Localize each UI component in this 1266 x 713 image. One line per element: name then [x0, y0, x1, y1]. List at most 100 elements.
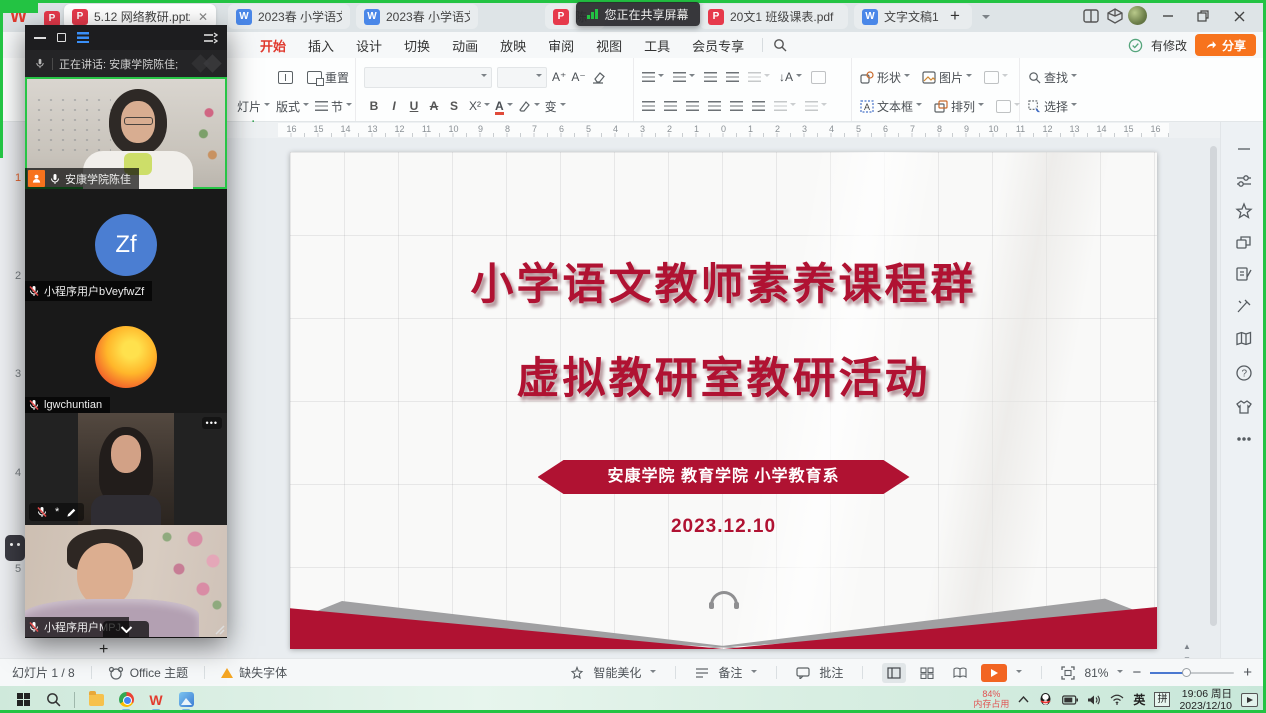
notes-label[interactable]: 备注 — [718, 664, 742, 681]
slideshow-play-button[interactable] — [981, 664, 1007, 682]
line-spacing-dropdown[interactable] — [774, 101, 796, 111]
font-color-dropdown[interactable]: A — [495, 99, 513, 113]
font-style-button-1[interactable]: I — [384, 99, 404, 113]
comments-label[interactable]: 批注 — [819, 664, 843, 681]
help-icon[interactable]: ? — [1235, 364, 1253, 382]
align-right-button[interactable] — [686, 101, 699, 111]
menu-tab-8[interactable]: 工具 — [636, 34, 678, 57]
skin-icon[interactable] — [1235, 398, 1253, 416]
beautify-label[interactable]: 智能美化 — [593, 664, 641, 681]
participant-tile-1[interactable]: 安康学院陈佳 — [25, 77, 227, 189]
slide-thumbnail-number-5[interactable]: 5 — [15, 563, 21, 575]
meeting-title-bar[interactable] — [25, 25, 227, 50]
align-center-button[interactable] — [664, 101, 677, 111]
increase-indent-button[interactable] — [726, 72, 739, 82]
add-slide-button[interactable]: + — [99, 641, 108, 659]
slide-master-dropdown[interactable] — [996, 100, 1020, 113]
window-minimize-button[interactable] — [1155, 4, 1181, 28]
find-dropdown[interactable]: 查找 — [1028, 69, 1077, 86]
split-view-icon[interactable] — [1082, 7, 1100, 25]
participant-tile-5[interactable]: 小程序用户MPJ — [25, 525, 227, 637]
file-explorer-icon[interactable] — [81, 688, 111, 712]
action-center-icon[interactable] — [1241, 693, 1258, 707]
annotate-icon[interactable] — [1235, 265, 1253, 283]
font-name-combo[interactable] — [364, 67, 492, 88]
chrome-icon[interactable] — [111, 688, 141, 712]
participant-tile-2[interactable]: Zf小程序用户bVeyfwZf — [25, 189, 227, 301]
tab-list-caret-icon[interactable] — [982, 10, 990, 28]
columns-dropdown[interactable] — [805, 101, 827, 111]
pinned-document-tab[interactable]: P — [44, 8, 60, 27]
search-icon[interactable] — [773, 38, 787, 52]
meeting-maximize-icon[interactable] — [57, 33, 66, 42]
highlight-dropdown[interactable] — [518, 100, 540, 112]
tile-tools[interactable]: * — [29, 503, 84, 521]
pencil-icon[interactable] — [66, 507, 77, 518]
meeting-window[interactable]: 正在讲话: 安康学院陈佳; 安康学院陈佳Zf小程序用户bVeyfwZflgwch… — [25, 25, 227, 638]
account-avatar[interactable] — [1128, 6, 1147, 25]
menu-tab-2[interactable]: 设计 — [348, 34, 390, 57]
participant-tile-4[interactable]: •••* — [25, 413, 227, 525]
wps-assistant-icon[interactable] — [5, 535, 25, 561]
normal-view-button[interactable] — [882, 663, 906, 683]
font-style-button-3[interactable]: A — [424, 99, 444, 113]
meeting-switch-layout-icon[interactable] — [203, 32, 218, 44]
menu-tab-9[interactable]: 会员专享 — [684, 34, 752, 57]
ime-indicator[interactable]: 拼 — [1154, 692, 1170, 707]
meeting-list-view-icon[interactable] — [77, 32, 89, 43]
layout-icon[interactable] — [278, 71, 293, 84]
zoom-slider[interactable] — [1150, 672, 1234, 674]
slide-thumbnail-number-3[interactable]: 3 — [15, 368, 21, 380]
slide-canvas[interactable]: 小学语文教师素养课程群 虚拟教研室教研活动 安康学院 教育学院 小学教育系 20… — [290, 152, 1157, 649]
bullets-dropdown[interactable] — [642, 72, 664, 82]
zoom-out-button[interactable]: − — [1132, 664, 1141, 681]
section-dropdown[interactable]: 节 — [315, 98, 352, 115]
document-tab-2[interactable]: W2023春 小学语文课程与教 — [228, 4, 350, 29]
window-restore-button[interactable] — [1190, 4, 1216, 28]
tools-icon[interactable] — [1235, 297, 1253, 315]
picture-dropdown[interactable]: 图片 — [922, 69, 972, 86]
document-tab-5[interactable]: P20文1 班级课表.pdf — [700, 4, 848, 29]
missing-font-label[interactable]: 缺失字体 — [239, 664, 287, 681]
adjust-icon[interactable] — [1235, 172, 1253, 190]
slide-thumbnail-number-4[interactable]: 4 — [15, 467, 21, 479]
cube-icon[interactable] — [1106, 7, 1124, 25]
qq-icon[interactable] — [1038, 692, 1053, 707]
shapes-icon[interactable] — [1235, 234, 1253, 252]
sort-az-dropdown[interactable]: ↓A — [779, 70, 802, 84]
star-icon[interactable] — [1235, 202, 1253, 220]
decrease-font-button[interactable]: A⁻ — [571, 70, 585, 84]
share-button[interactable]: 分享 — [1195, 34, 1256, 56]
menu-tab-3[interactable]: 切换 — [396, 34, 438, 57]
shapes-dropdown[interactable]: 形状 — [860, 69, 910, 86]
window-close-button[interactable] — [1226, 4, 1252, 28]
tab-close-icon[interactable]: ✕ — [198, 10, 208, 24]
slide-dropdown[interactable]: 灯片 — [237, 98, 270, 115]
speaker-icon[interactable] — [1087, 694, 1101, 706]
align-left-button[interactable] — [642, 101, 655, 111]
start-button[interactable] — [8, 688, 38, 712]
distribute-button[interactable] — [730, 101, 743, 111]
menu-tab-4[interactable]: 动画 — [444, 34, 486, 57]
reset-button[interactable]: 重置 — [307, 69, 349, 86]
resize-handle-icon[interactable] — [213, 623, 225, 635]
meeting-minimize-icon[interactable] — [34, 37, 46, 39]
menu-tab-6[interactable]: 审阅 — [540, 34, 582, 57]
chart-dropdown[interactable] — [984, 71, 1008, 84]
battery-icon[interactable] — [1062, 695, 1078, 705]
menu-tab-7[interactable]: 视图 — [588, 34, 630, 57]
menu-tab-1[interactable]: 插入 — [300, 34, 342, 57]
text-direction-dropdown[interactable] — [748, 72, 770, 82]
font-size-combo[interactable] — [497, 67, 547, 88]
arrange-dropdown[interactable]: 排列 — [934, 98, 984, 115]
collapse-videos-button[interactable] — [103, 621, 149, 637]
fit-slide-icon[interactable] — [1061, 666, 1075, 680]
font-style-button-4[interactable]: S — [444, 99, 464, 113]
clear-format-icon[interactable] — [591, 71, 605, 84]
justify-button[interactable] — [708, 101, 721, 111]
taskbar-clock[interactable]: 19:06 周日2023/12/10 — [1179, 688, 1232, 712]
taskbar-search-icon[interactable] — [38, 688, 68, 712]
slide-sorter-view-button[interactable] — [915, 663, 939, 683]
superscript-dropdown[interactable]: X² — [469, 99, 490, 113]
slide-layout-dropdown[interactable]: 版式 — [276, 98, 309, 115]
